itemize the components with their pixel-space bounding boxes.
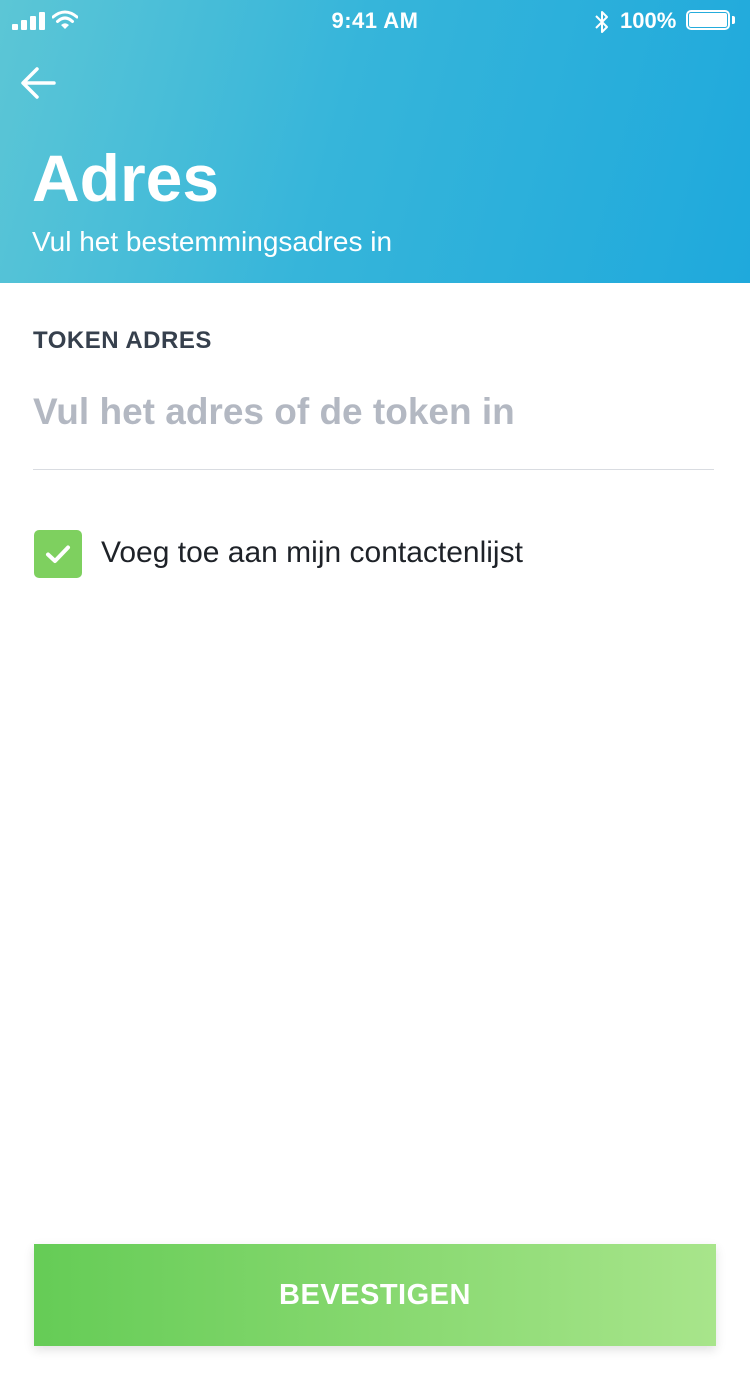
confirm-button[interactable]: BEVESTIGEN xyxy=(34,1244,716,1346)
battery-icon xyxy=(686,10,738,32)
add-to-contacts-checkbox[interactable] xyxy=(34,530,82,578)
input-underline xyxy=(33,469,714,470)
header: 9:41 AM 100% Adres Vul het bestemmingsad… xyxy=(0,0,750,283)
checkmark-icon xyxy=(46,545,70,563)
bluetooth-icon xyxy=(595,11,608,33)
back-button[interactable] xyxy=(16,60,62,106)
add-to-contacts-toggle[interactable]: Voeg toe aan mijn contactenlijst xyxy=(34,530,634,578)
page-subtitle: Vul het bestemmingsadres in xyxy=(32,226,393,257)
add-to-contacts-label: Voeg toe aan mijn contactenlijst xyxy=(101,536,523,569)
token-address-label: TOKEN ADRES xyxy=(33,327,212,354)
token-address-input[interactable] xyxy=(33,384,714,440)
status-bar: 9:41 AM 100% xyxy=(0,0,750,42)
confirm-button-label: BEVESTIGEN xyxy=(279,1278,471,1311)
arrow-left-icon xyxy=(21,67,56,99)
page-title: Adres xyxy=(32,141,220,215)
battery-percent: 100% xyxy=(620,8,677,33)
